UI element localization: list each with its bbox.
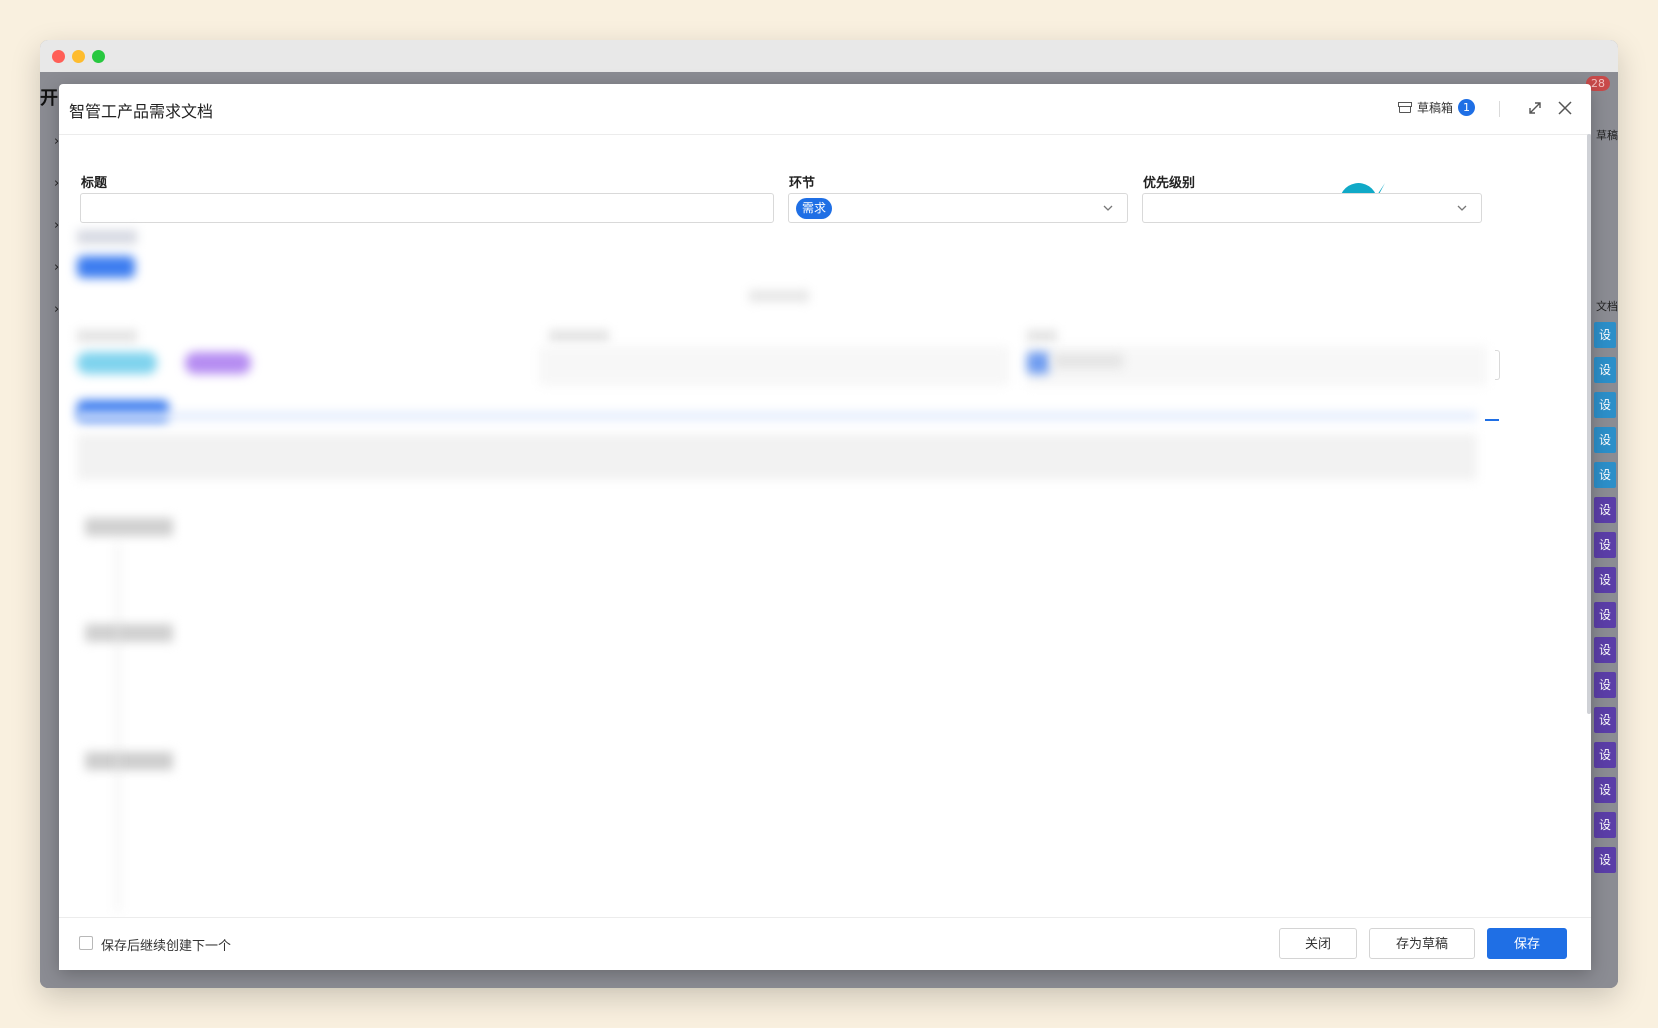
- bg-row-tag: 设计: [1594, 812, 1616, 838]
- stage-tag: 需求: [796, 198, 833, 219]
- window-titlebar: [40, 40, 1618, 73]
- continue-label[interactable]: 保存后继续创建下一个: [101, 935, 231, 954]
- close-icon[interactable]: [1556, 99, 1574, 117]
- save-draft-button[interactable]: 存为草稿: [1369, 928, 1475, 959]
- field-edge: [1495, 350, 1500, 380]
- continue-checkbox[interactable]: [79, 936, 93, 950]
- stage-select[interactable]: 需求: [788, 193, 1128, 223]
- modal-title: 智管工产品需求文档: [69, 102, 214, 121]
- close-button[interactable]: 关闭: [1279, 928, 1357, 959]
- modal-footer: 保存后继续创建下一个 关闭 存为草稿 保存: [59, 917, 1591, 970]
- save-button[interactable]: 保存: [1487, 928, 1567, 959]
- stage-label: 环节: [789, 176, 816, 191]
- bg-row-tag: 设计: [1594, 392, 1616, 418]
- bg-row-tag: 设计: [1594, 567, 1616, 593]
- title-input[interactable]: [81, 194, 773, 222]
- bg-row-tag: 设计: [1594, 357, 1616, 383]
- bg-left-text: 开: [40, 88, 58, 109]
- minimize-window-button[interactable]: [72, 50, 85, 63]
- bg-row-tag: 设计: [1594, 637, 1616, 663]
- bg-right-column: 设计设计设计设计设计设计设计设计设计设计设计设计设计设计设计设计: [1592, 112, 1618, 948]
- bg-row-tag: 设计: [1594, 462, 1616, 488]
- expand-icon[interactable]: [1526, 99, 1544, 117]
- bg-row-tag: 设计: [1594, 777, 1616, 803]
- priority-select[interactable]: [1142, 193, 1482, 223]
- bg-row-tag: 设计: [1594, 672, 1616, 698]
- bg-row-tag: 设计: [1594, 742, 1616, 768]
- vertical-scrollbar[interactable]: [1587, 134, 1591, 714]
- title-label: 标题: [81, 176, 108, 191]
- modal-header: 智管工产品需求文档 草稿箱 1: [59, 84, 1591, 135]
- header-divider: [1499, 101, 1500, 117]
- archive-icon: [1398, 102, 1412, 113]
- bg-row-tag: 设计: [1594, 602, 1616, 628]
- create-doc-modal: 智管工产品需求文档 草稿箱 1 1 标题 环节 需求 优先级别: [59, 84, 1591, 970]
- bg-row-tag: 设计: [1594, 707, 1616, 733]
- title-field[interactable]: [80, 193, 774, 223]
- bg-row-tag: 设计: [1594, 427, 1616, 453]
- drafts-count-badge: 1: [1458, 99, 1476, 116]
- drafts-label: 草稿箱: [1417, 101, 1454, 115]
- chevron-down-icon: [1103, 205, 1113, 211]
- bg-row-tag: 设计: [1594, 497, 1616, 523]
- bg-row-tag: 设计: [1594, 532, 1616, 558]
- priority-label: 优先级别: [1143, 176, 1196, 191]
- close-window-button[interactable]: [52, 50, 65, 63]
- tab-underline: [1485, 419, 1499, 421]
- chevron-down-icon: [1457, 205, 1467, 211]
- drafts-button[interactable]: 草稿箱 1: [1398, 99, 1476, 116]
- bg-row-tag: 设计: [1594, 847, 1616, 873]
- bg-row-tag: 设计: [1594, 322, 1616, 348]
- zoom-window-button[interactable]: [92, 50, 105, 63]
